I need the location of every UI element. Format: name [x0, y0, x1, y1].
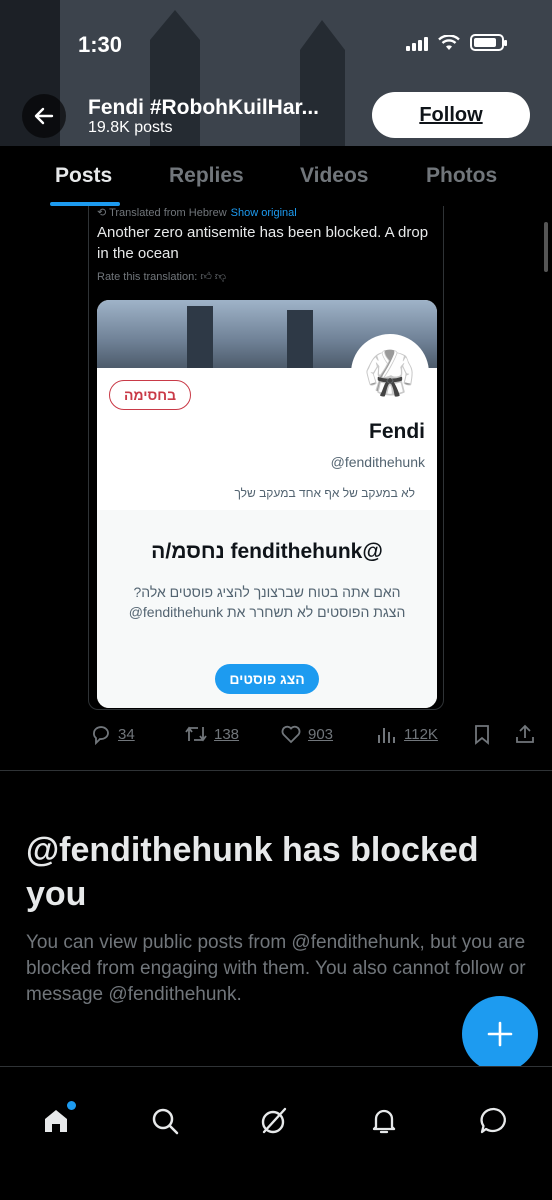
heart-icon: [281, 725, 301, 744]
views-action[interactable]: 112K: [376, 723, 438, 745]
nav-search[interactable]: [145, 1101, 185, 1141]
embedded-post-image[interactable]: ⟲ Translated from Hebrew Show original An…: [88, 206, 444, 710]
arrow-left-icon: [34, 107, 54, 125]
show-posts-button: הצג פוסטים: [215, 664, 319, 694]
nav-notifications[interactable]: [364, 1101, 404, 1141]
wifi-icon: [438, 34, 460, 50]
card-blocked-body: האם אתה בטוח שברצונך להציג פוסטים אלה? ה…: [128, 584, 406, 620]
status-time: 1:30: [78, 32, 123, 57]
repost-icon: [185, 726, 207, 742]
card-blocked-section: @fendithehunk נחסמ/ה האם אתה בטוח שברצונ…: [97, 510, 437, 708]
share-action[interactable]: [514, 723, 536, 745]
blocked-profile-card: 🥋 בחסימה Fendi @fendithehunk לא במעקב של…: [97, 300, 437, 708]
reply-action[interactable]: 34: [90, 723, 135, 745]
tab-videos[interactable]: Videos: [300, 164, 368, 188]
signal-icon: [406, 35, 428, 51]
post-text: Another zero antisemite has been blocked…: [97, 224, 429, 262]
grok-icon: [261, 1107, 287, 1134]
thumbs-down-icon: 👎︎: [214, 271, 227, 283]
nav-grok[interactable]: [254, 1101, 294, 1141]
thumbs-up-icon: 👍︎: [200, 271, 212, 283]
messages-icon: [480, 1107, 506, 1134]
translate-icon: ⟲: [97, 207, 110, 219]
bookmark-action[interactable]: [472, 723, 492, 745]
home-icon: [45, 1110, 67, 1132]
reply-icon: [93, 726, 109, 745]
follow-button[interactable]: Follow: [372, 92, 530, 138]
blocked-description: You can view public posts from @fendithe…: [26, 932, 526, 1005]
tab-posts[interactable]: Posts: [55, 164, 112, 188]
nav-messages[interactable]: [474, 1101, 514, 1141]
repost-action[interactable]: 138: [184, 723, 239, 745]
nav-home[interactable]: [36, 1101, 76, 1141]
posts-count: 19.8K posts: [88, 119, 173, 136]
profile-tabs: Posts Replies Videos Photos: [0, 146, 552, 206]
card-follow-info: לא במעקב של אף אחד במעקב שלך: [234, 486, 416, 500]
scrollbar[interactable]: [544, 222, 548, 272]
search-icon: [152, 1108, 179, 1135]
views-icon: [378, 728, 395, 743]
bottom-nav: [0, 1066, 552, 1200]
share-icon: [516, 724, 534, 743]
tab-photos[interactable]: Photos: [426, 164, 497, 188]
blocked-badge: בחסימה: [109, 380, 191, 410]
like-action[interactable]: 903: [280, 723, 333, 745]
back-button[interactable]: [22, 94, 66, 138]
compose-button[interactable]: [462, 996, 538, 1072]
rate-translation: Rate this translation: 👍︎ 👎︎: [97, 271, 227, 283]
status-icons: [406, 34, 507, 51]
card-handle: @fendithehunk: [330, 454, 425, 470]
plus-icon: [487, 1021, 513, 1047]
blocked-heading: @fendithehunk has blocked you: [26, 831, 479, 913]
avatar: 🥋: [351, 334, 429, 412]
translation-note: ⟲ Translated from Hebrew Show original: [97, 207, 297, 219]
divider: [0, 770, 552, 771]
battery-icon: [470, 34, 507, 51]
tab-replies[interactable]: Replies: [169, 164, 244, 188]
card-name: Fendi: [369, 420, 425, 443]
bell-icon: [372, 1109, 396, 1134]
profile-name: Fendi #RobohKuilHar...: [88, 96, 320, 119]
card-blocked-title: @fendithehunk נחסמ/ה: [151, 540, 383, 563]
post-actions: 34 138 903 112K: [88, 720, 538, 748]
notification-dot: [67, 1101, 76, 1110]
bookmark-icon: [475, 725, 489, 745]
show-original-link: Show original: [230, 207, 297, 219]
